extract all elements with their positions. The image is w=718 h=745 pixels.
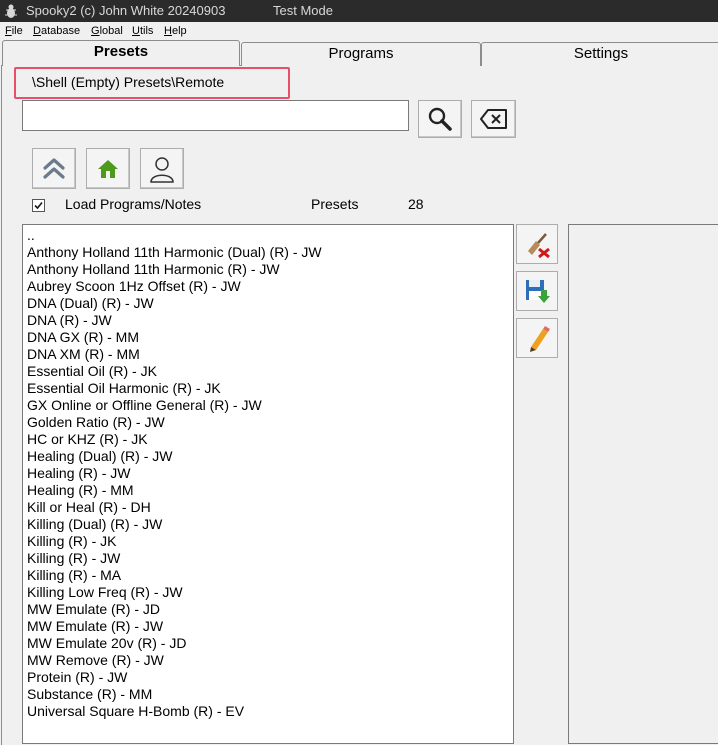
list-item[interactable]: Healing (R) - JW: [27, 465, 513, 482]
mode-indicator: Test Mode: [273, 3, 333, 18]
list-item[interactable]: DNA (Dual) (R) - JW: [27, 295, 513, 312]
list-item[interactable]: Killing Low Freq (R) - JW: [27, 584, 513, 601]
list-item[interactable]: Aubrey Scoon 1Hz Offset (R) - JW: [27, 278, 513, 295]
list-item[interactable]: MW Emulate (R) - JD: [27, 601, 513, 618]
list-item[interactable]: GX Online or Offline General (R) - JW: [27, 397, 513, 414]
menu-file[interactable]: File: [5, 25, 23, 37]
list-item[interactable]: Killing (Dual) (R) - JW: [27, 516, 513, 533]
presets-count-label: Presets: [311, 196, 359, 212]
clear-search-button[interactable]: [471, 100, 516, 138]
list-item[interactable]: MW Emulate (R) - JW: [27, 618, 513, 635]
list-item[interactable]: Protein (R) - JW: [27, 669, 513, 686]
tab-presets[interactable]: Presets: [2, 40, 240, 66]
list-item[interactable]: Healing (R) - MM: [27, 482, 513, 499]
brush-delete-icon: [528, 233, 550, 259]
search-icon: [428, 107, 452, 131]
backspace-icon: [479, 109, 507, 129]
menu-utils[interactable]: Utils: [132, 25, 153, 37]
list-item[interactable]: Anthony Holland 11th Harmonic (Dual) (R)…: [27, 244, 513, 261]
app-icon: [5, 4, 17, 18]
load-programs-notes-label: Load Programs/Notes: [65, 196, 202, 212]
presets-list[interactable]: .. Anthony Holland 11th Harmonic (Dual) (…: [22, 224, 514, 744]
delete-preset-button[interactable]: [516, 224, 558, 264]
user-button[interactable]: [140, 148, 184, 189]
list-item[interactable]: DNA (R) - JW: [27, 312, 513, 329]
tab-programs[interactable]: Programs: [241, 42, 481, 66]
list-item[interactable]: Essential Oil Harmonic (R) - JK: [27, 380, 513, 397]
checkmark-icon: [34, 201, 43, 210]
edit-preset-button[interactable]: [516, 318, 558, 358]
window-title: Spooky2 (c) John White 20240903: [26, 3, 226, 18]
list-item[interactable]: MW Emulate 20v (R) - JD: [27, 635, 513, 652]
search-button[interactable]: [418, 100, 462, 138]
menu-database[interactable]: Database: [33, 25, 80, 37]
breadcrumb-path: \Shell (Empty) Presets\Remote: [32, 74, 225, 90]
up-folder-button[interactable]: [32, 148, 76, 189]
search-input[interactable]: [22, 100, 409, 131]
list-item[interactable]: ..: [27, 227, 513, 244]
home-icon: [98, 159, 118, 178]
load-programs-notes-checkbox[interactable]: [32, 199, 45, 212]
user-icon: [150, 156, 174, 183]
save-icon: [526, 280, 550, 303]
list-item[interactable]: Anthony Holland 11th Harmonic (R) - JW: [27, 261, 513, 278]
menu-bar: File Database Global Utils Help: [0, 22, 718, 41]
chevron-up-icon: [43, 157, 65, 179]
list-item[interactable]: Kill or Heal (R) - DH: [27, 499, 513, 516]
list-item[interactable]: Essential Oil (R) - JK: [27, 363, 513, 380]
presets-count: 28: [408, 196, 424, 212]
title-bar: Spooky2 (c) John White 20240903 Test Mod…: [0, 0, 718, 22]
list-item[interactable]: MW Remove (R) - JW: [27, 652, 513, 669]
preset-details-panel: [568, 224, 718, 744]
list-item[interactable]: Killing (R) - JK: [27, 533, 513, 550]
menu-global[interactable]: Global: [91, 25, 123, 37]
list-item[interactable]: Universal Square H-Bomb (R) - EV: [27, 703, 513, 720]
pencil-icon: [530, 326, 550, 352]
save-preset-button[interactable]: [516, 271, 558, 311]
home-button[interactable]: [86, 148, 130, 189]
list-item[interactable]: Golden Ratio (R) - JW: [27, 414, 513, 431]
list-item[interactable]: Killing (R) - MA: [27, 567, 513, 584]
list-item[interactable]: Substance (R) - MM: [27, 686, 513, 703]
list-item[interactable]: Healing (Dual) (R) - JW: [27, 448, 513, 465]
tab-settings[interactable]: Settings: [481, 42, 718, 66]
list-item[interactable]: Killing (R) - JW: [27, 550, 513, 567]
menu-help[interactable]: Help: [164, 25, 187, 37]
list-item[interactable]: HC or KHZ (R) - JK: [27, 431, 513, 448]
breadcrumb: \Shell (Empty) Presets\Remote: [14, 67, 290, 99]
list-item[interactable]: DNA XM (R) - MM: [27, 346, 513, 363]
list-item[interactable]: DNA GX (R) - MM: [27, 329, 513, 346]
